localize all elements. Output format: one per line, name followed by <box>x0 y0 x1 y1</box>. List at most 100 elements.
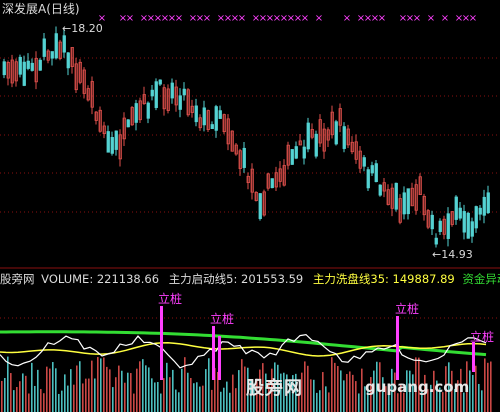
volume-bar <box>124 382 126 412</box>
volume-bar <box>232 374 234 412</box>
volume-bar <box>43 393 45 412</box>
high-price-value: 18.20 <box>71 22 103 35</box>
volume-value: VOLUME: 221138.66 <box>41 272 160 286</box>
candle-body <box>2 61 6 76</box>
start-line-value: 主力启动线5: 201553.59 <box>168 272 304 286</box>
volume-bar <box>304 361 306 412</box>
candle-body <box>170 82 174 99</box>
x-marker: × <box>378 13 386 24</box>
x-marker: × <box>315 13 323 24</box>
candle-body <box>150 89 154 97</box>
volume-bar <box>28 393 30 412</box>
volume-bar <box>49 368 51 412</box>
volume-bar <box>229 392 231 412</box>
volume-bar <box>172 369 174 412</box>
washout-line-value: 主力洗盘线35: 149887.89 <box>312 272 455 286</box>
arrow-left-icon: ← <box>432 248 442 261</box>
volume-bar <box>46 366 48 412</box>
candle-body <box>182 88 186 96</box>
volume-bar <box>469 370 471 412</box>
x-marker: × <box>469 13 477 24</box>
volume-bar <box>490 361 492 412</box>
volume-bar <box>202 385 204 412</box>
volume-bar <box>148 367 150 412</box>
volume-bar <box>37 369 39 412</box>
volume-bar <box>64 374 66 412</box>
volume-bar <box>340 370 342 412</box>
x-marker: × <box>238 13 246 24</box>
x-marker: × <box>441 13 449 24</box>
volume-bar <box>241 359 243 412</box>
candle-body <box>430 214 434 230</box>
volume-bar <box>313 379 315 412</box>
candle-body <box>458 207 462 219</box>
volume-bar <box>169 377 171 412</box>
candle-body <box>258 193 262 219</box>
candle-body <box>342 126 346 149</box>
volume-bar <box>61 390 63 412</box>
indicator-source: 股旁网 <box>0 272 35 286</box>
candle-body <box>126 119 130 128</box>
candle-body <box>362 157 366 167</box>
low-price-value: 14.93 <box>441 248 473 261</box>
volume-bar <box>358 393 360 412</box>
volume-bar <box>121 370 123 412</box>
volume-bar <box>166 362 168 412</box>
arrow-left-icon: ← <box>62 22 72 35</box>
volume-bar <box>346 374 348 412</box>
volume-bar <box>475 365 477 412</box>
volume-bar <box>22 373 24 412</box>
candle-body <box>22 61 26 86</box>
volume-bar <box>211 389 213 412</box>
candle-body <box>334 121 338 145</box>
volume-bar <box>7 356 9 412</box>
candle-body <box>466 212 470 239</box>
volume-bar <box>331 357 333 412</box>
volume-bar <box>145 365 147 412</box>
candle-body <box>482 196 486 216</box>
volume-bar <box>316 392 318 412</box>
candle-body <box>218 110 222 119</box>
candle-body <box>210 124 214 129</box>
volume-bar <box>34 385 36 412</box>
candle-body <box>470 221 474 237</box>
volume-bar <box>4 377 6 412</box>
indicator-legend: 股旁网 VOLUME: 221138.66 主力启动线5: 201553.59 … <box>0 272 500 286</box>
chart-title: 深发展A(日线) <box>2 2 80 16</box>
candle-body <box>486 192 490 214</box>
volume-bar <box>1 380 3 412</box>
high-price-label: ←18.20 <box>62 22 103 36</box>
volume-bar <box>94 378 96 412</box>
volume-bar <box>481 390 483 412</box>
volume-bar <box>31 362 33 412</box>
candle-body <box>446 213 450 239</box>
volume-bar <box>133 393 135 412</box>
signal-bar <box>218 336 221 380</box>
candle-body <box>42 38 46 57</box>
volume-bar <box>109 369 111 412</box>
volume-bar <box>55 368 57 412</box>
volume-bar <box>25 375 27 412</box>
volume-bar <box>196 382 198 412</box>
signal-bar <box>472 342 475 372</box>
candle-body <box>462 211 466 233</box>
candle-body <box>270 178 274 189</box>
volume-bar <box>106 366 108 412</box>
volume-bar <box>307 365 309 412</box>
volume-bar <box>328 392 330 412</box>
chart-canvas[interactable]: × ×× ×××××× ××× ×××× ×××××××× × × ×××× ××× × × ××× <box>0 0 500 412</box>
volume-bar <box>103 357 105 412</box>
volume-bar <box>178 392 180 412</box>
volume-bar <box>154 382 156 412</box>
volume-bar <box>325 386 327 412</box>
low-price-label: ←14.93 <box>432 248 473 262</box>
volume-bar <box>484 358 486 412</box>
candle-body <box>454 196 458 220</box>
volume-bar <box>118 365 120 412</box>
volume-bar <box>310 379 312 412</box>
signal-bar <box>396 316 399 380</box>
volume-bar <box>157 382 159 412</box>
candle-body <box>406 188 410 215</box>
candle-body <box>26 60 30 69</box>
volume-bar <box>343 380 345 412</box>
